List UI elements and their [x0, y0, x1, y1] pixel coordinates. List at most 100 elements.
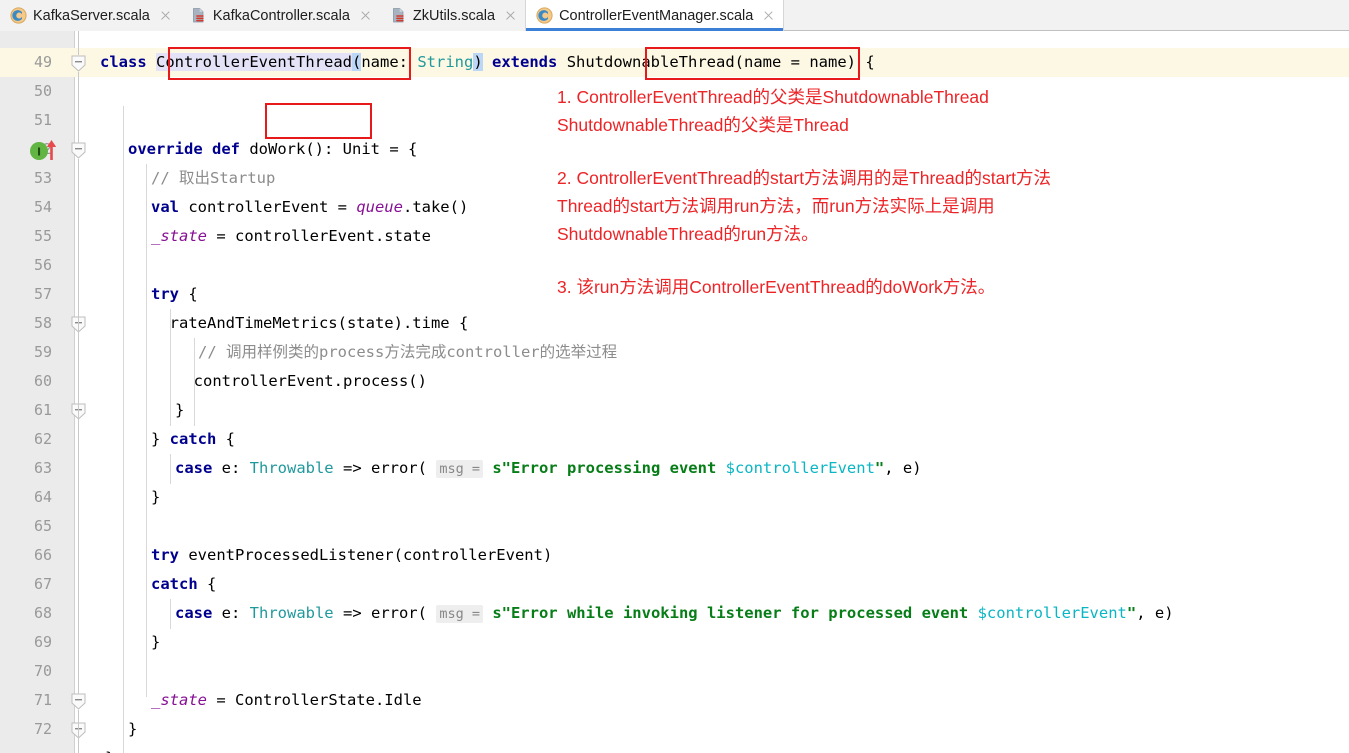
field-queue: queue	[356, 198, 403, 216]
line-number: 61	[33, 401, 52, 419]
annotation-note-2-line-1: 2. ControllerEventThread的start方法调用的是Thre…	[557, 168, 1052, 188]
method-signature: doWork():	[249, 140, 334, 158]
indent-guide	[146, 164, 147, 697]
line-number: 55	[33, 227, 52, 245]
string-literal-62: s"Error processing event	[492, 459, 726, 477]
line-number: 50	[33, 82, 52, 100]
code-line-71: }	[128, 715, 137, 744]
annotation-note-2-line-3: ShutdownableThread的run方法。	[557, 224, 819, 244]
line-number: 49	[33, 53, 52, 71]
fold-region-line	[78, 159, 79, 694]
close-icon[interactable]	[762, 9, 775, 22]
tab-label: ZkUtils.scala	[412, 7, 496, 24]
dowork-highlight-box	[265, 103, 372, 139]
scala-class-icon	[536, 7, 553, 24]
keyword-catch-66: catch	[151, 575, 198, 593]
close-icon[interactable]	[504, 9, 517, 22]
close-icon[interactable]	[359, 9, 372, 22]
case-binding: e:	[212, 459, 250, 477]
method-return-type: Unit = {	[333, 140, 418, 158]
indent-guide	[170, 454, 171, 484]
code-line-66: catch {	[151, 570, 216, 599]
error-call-67: => error(	[333, 604, 427, 622]
error-call-tail-67: , e)	[1136, 604, 1174, 622]
fold-marker-line-49[interactable]	[71, 55, 86, 72]
code-line-51: override def doWork(): Unit = {	[128, 135, 417, 164]
annotation-note-3-line-1: 3. 该run方法调用ControllerEventThread的doWork方…	[557, 277, 996, 297]
close-class-brace: }	[105, 749, 114, 753]
close-catch-brace: }	[151, 488, 161, 506]
code-line-60: }	[175, 396, 184, 425]
line-number: 57	[33, 285, 52, 303]
tab-kafkacontroller-scala[interactable]: KafkaController.scala	[179, 0, 380, 31]
line-number: 54	[33, 198, 52, 216]
param-type: String	[417, 53, 474, 71]
tab-controllereventmanager-scala[interactable]: ControllerEventManager.scala	[525, 0, 785, 31]
overriding-method-icon[interactable]: I	[29, 139, 59, 161]
line-number: 71	[33, 691, 52, 709]
error-call: => error(	[333, 459, 427, 477]
fold-region-line	[78, 710, 79, 753]
parameter-hint-msg-67: msg =	[436, 605, 483, 623]
string-literal-67-end: "	[1126, 604, 1137, 622]
param-close-paren: )	[473, 53, 483, 71]
tab-kafkaserver-scala[interactable]: KafkaServer.scala	[0, 0, 180, 31]
code-line-67: case e: Throwable => error( msg = s"Erro…	[175, 599, 1174, 628]
line-number: 48	[8, 31, 52, 41]
code-line-61: } catch {	[151, 425, 235, 454]
code-editor[interactable]: 48 49 50 51 52 53 54 55 56 57 58 59 60 6…	[0, 31, 1349, 753]
fold-marker-line-71[interactable]	[71, 693, 86, 710]
close-icon[interactable]	[159, 9, 172, 22]
event-processed-listener-call: eventProcessedListener(controllerEvent)	[179, 546, 553, 564]
field-state: _state	[151, 227, 207, 245]
keyword-try-65: try	[151, 546, 179, 564]
code-line-72: }	[105, 744, 114, 753]
super-class-args: (name = name) {	[734, 53, 875, 71]
parameter-hint-msg: msg =	[436, 460, 483, 478]
catch-open-brace: {	[216, 430, 236, 448]
line-number: 68	[33, 604, 52, 622]
keyword-case-67: case	[175, 604, 213, 622]
selected-class-name: ControllerEventThread	[156, 53, 352, 71]
scala-class-icon	[10, 7, 27, 24]
code-line-62: case e: Throwable => error( msg = s"Erro…	[175, 454, 922, 483]
close-method-brace: }	[128, 720, 138, 738]
editor-window: KafkaServer.scala KafkaController.scala	[0, 0, 1349, 753]
keyword-catch: catch	[169, 430, 217, 448]
line-number: 62	[33, 430, 52, 448]
line-number: 59	[33, 343, 52, 361]
state-assignment: = controllerEvent.state	[207, 227, 431, 245]
annotation-note-1-line-1: 1. ControllerEventThread的父类是Shutdownable…	[557, 87, 989, 107]
val-assignment: controllerEvent =	[179, 198, 357, 216]
line-number: 51	[33, 111, 52, 129]
case-binding-67: e:	[212, 604, 250, 622]
line-number: 72	[33, 720, 52, 738]
keyword-extends: extends	[492, 53, 558, 71]
code-line-56: try {	[151, 280, 198, 309]
annotation-note-2-line-2: Thread的start方法调用run方法，而run方法实际上是调用	[557, 196, 995, 216]
close-try-brace: }	[151, 430, 170, 448]
keyword-override: override	[128, 140, 203, 158]
code-line-57: rateAndTimeMetrics(state).time {	[151, 309, 469, 338]
close-catch-brace-68: }	[151, 633, 161, 651]
string-interpolation-62: $controllerEvent	[725, 459, 875, 477]
rate-and-time-metrics-call: rateAndTimeMetrics(state).time {	[151, 314, 469, 332]
tab-zkutils-scala[interactable]: ZkUtils.scala	[379, 0, 526, 31]
error-call-tail-62: , e)	[884, 459, 922, 477]
line-number: 64	[33, 488, 52, 506]
fold-marker-line-51[interactable]	[71, 142, 86, 159]
param-open-paren: (	[351, 53, 362, 71]
catch-open-brace-66: {	[197, 575, 217, 593]
svg-text:I: I	[37, 146, 41, 159]
annotation-note-1-line-2: ShutdownableThread的父类是Thread	[557, 115, 849, 135]
string-interpolation-67: $controllerEvent	[977, 604, 1127, 622]
tab-label: KafkaController.scala	[212, 7, 350, 24]
type-throwable-67: Throwable	[249, 604, 334, 622]
code-line-59: controllerEvent.process()	[175, 367, 427, 396]
take-call: .take()	[402, 198, 469, 216]
line-number: 60	[33, 372, 52, 390]
code-line-63: }	[151, 483, 160, 512]
line-number: 67	[33, 575, 52, 593]
line-number: 65	[33, 517, 52, 535]
line-number: 66	[33, 546, 52, 564]
